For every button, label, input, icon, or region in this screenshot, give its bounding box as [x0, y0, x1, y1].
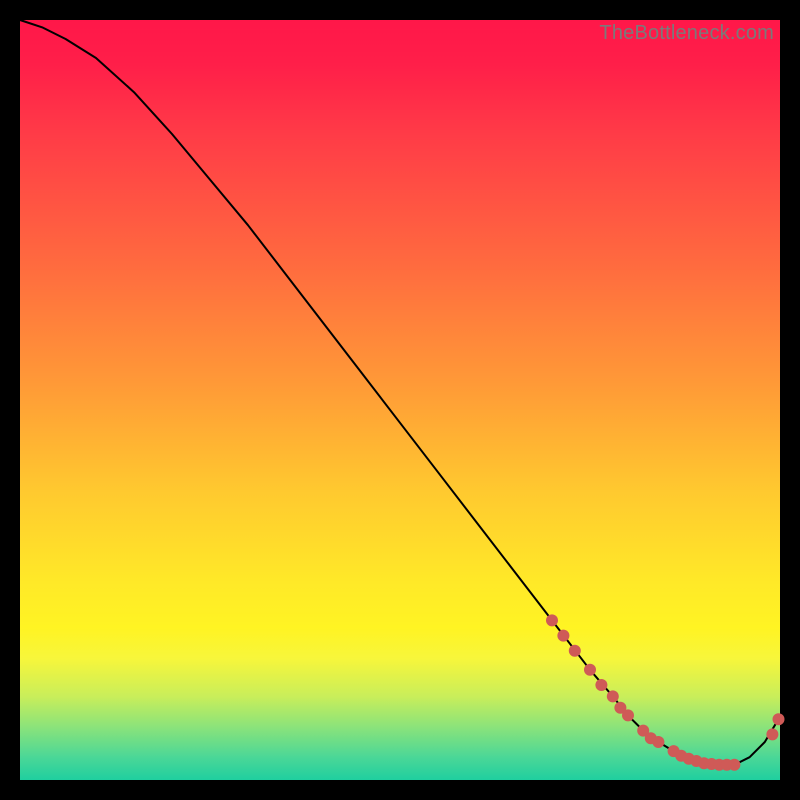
data-marker — [595, 679, 607, 691]
data-marker — [728, 759, 740, 771]
chart-stage: TheBottleneck.com — [0, 0, 800, 800]
data-marker — [622, 709, 634, 721]
bottleneck-curve — [20, 20, 779, 765]
data-marker — [652, 736, 664, 748]
curve-layer — [20, 20, 780, 780]
data-marker — [773, 713, 785, 725]
marker-group — [546, 614, 785, 770]
data-marker — [557, 630, 569, 642]
data-marker — [569, 645, 581, 657]
data-marker — [607, 690, 619, 702]
data-marker — [584, 664, 596, 676]
data-marker — [766, 728, 778, 740]
plot-area: TheBottleneck.com — [20, 20, 780, 780]
data-marker — [546, 614, 558, 626]
